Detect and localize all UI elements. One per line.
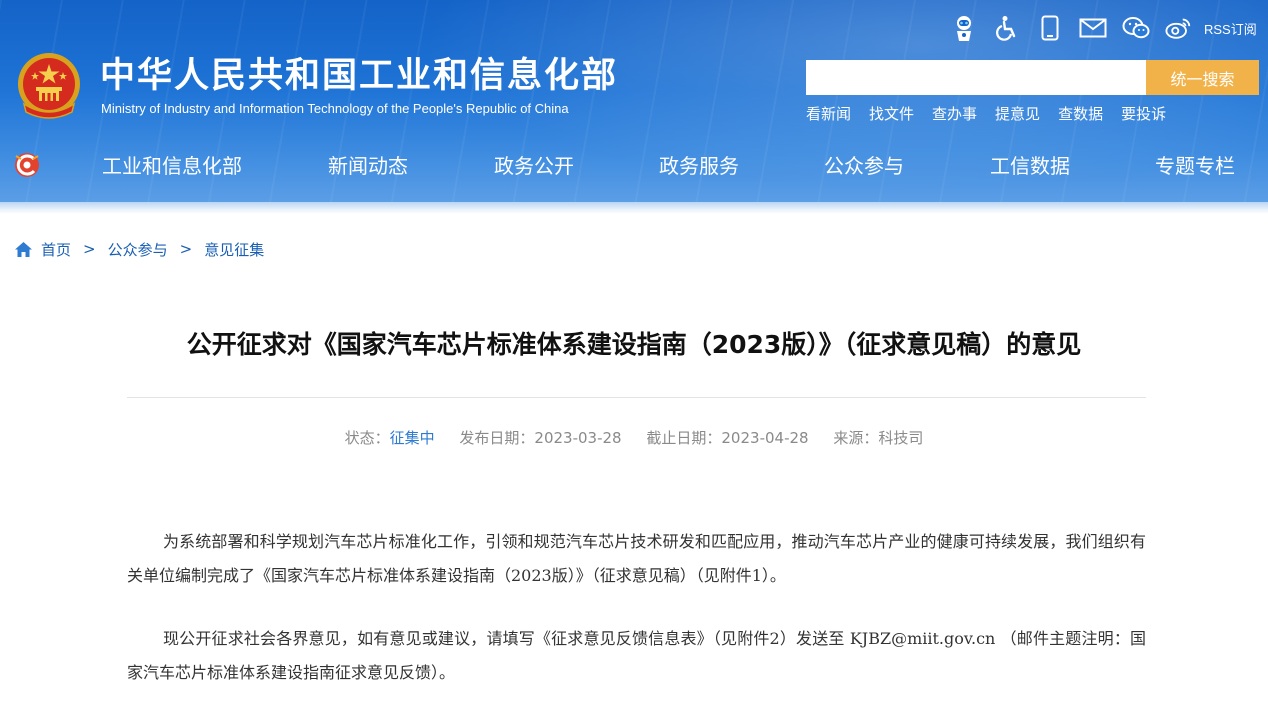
article-meta: 状态：征集中 发布日期：2023-03-28 截止日期：2023-04-28 来… (0, 427, 1268, 449)
breadcrumb-home[interactable]: 首页 (41, 239, 71, 260)
rss-link[interactable]: RSS订阅 (1204, 19, 1257, 38)
nav-item-topics[interactable]: 专题专栏 (1155, 148, 1235, 184)
title-divider (127, 397, 1146, 398)
article-title: 公开征求对《国家汽车芯片标准体系建设指南（2023版）》（征求意见稿）的意见 (186, 330, 1082, 359)
quick-link-feedback[interactable]: 提意见 (995, 103, 1040, 124)
header-shadow-band (0, 202, 1268, 214)
accessibility-icon[interactable] (993, 14, 1021, 42)
nav-item-public-participation[interactable]: 公众参与 (824, 148, 904, 184)
home-icon[interactable] (14, 241, 33, 258)
status-field: 状态：征集中 (345, 429, 435, 447)
quick-links: 看新闻 找文件 查办事 提意见 查数据 要投诉 (806, 103, 1166, 124)
article-paragraph: 现公开征求社会各界意见，如有意见或建议，请填写《征求意见反馈信息表》（见附件2）… (127, 629, 1146, 682)
status-badge: 征集中 (389, 429, 435, 447)
status-label: 状态： (344, 429, 390, 447)
national-emblem-icon[interactable] (14, 50, 84, 122)
nav-item-data[interactable]: 工信数据 (990, 148, 1070, 184)
nav-item-gov-services[interactable]: 政务服务 (659, 148, 739, 184)
source: 来源：科技司 (833, 429, 924, 447)
breadcrumb-public-participation[interactable]: 公众参与 (108, 239, 168, 260)
article-paragraph: 为系统部署和科学规划汽车芯片标准化工作，引领和规范汽车芯片技术研发和匹配应用，推… (127, 532, 1146, 585)
site-header: 中华人民共和国工业和信息化部 Ministry of Industry and … (0, 0, 1268, 202)
site-subtitle: Ministry of Industry and Information Tec… (101, 101, 569, 116)
breadcrumb-separator: > (179, 240, 193, 258)
quick-link-news[interactable]: 看新闻 (806, 103, 851, 124)
quick-link-services[interactable]: 查办事 (932, 103, 977, 124)
breadcrumb-opinion-collection[interactable]: 意见征集 (204, 239, 264, 260)
nav-item-ministry[interactable]: 工业和信息化部 (102, 148, 242, 184)
quick-link-data[interactable]: 查数据 (1058, 103, 1103, 124)
site-title: 中华人民共和国工业和信息化部 (100, 56, 619, 96)
weibo-icon[interactable] (1165, 14, 1193, 42)
breadcrumb: 首页 > 公众参与 > 意见征集 (14, 238, 264, 260)
mobile-icon[interactable] (1036, 14, 1064, 42)
main-navigation: 工业和信息化部 新闻动态 政务公开 政务服务 公众参与 工信数据 专题专栏 (0, 148, 1268, 184)
mail-icon[interactable] (1079, 14, 1107, 42)
deadline-date: 截止日期：2023-04-28 (646, 429, 809, 447)
search-button[interactable]: 统一搜索 (1146, 60, 1259, 95)
quick-link-complaints[interactable]: 要投诉 (1121, 103, 1166, 124)
robot-icon[interactable] (950, 14, 978, 42)
nav-item-news[interactable]: 新闻动态 (328, 148, 408, 184)
search-input[interactable] (806, 60, 1146, 95)
quick-link-files[interactable]: 找文件 (869, 103, 914, 124)
breadcrumb-separator: > (83, 240, 96, 258)
nav-item-gov-affairs[interactable]: 政务公开 (494, 148, 574, 184)
wechat-icon[interactable] (1122, 14, 1150, 42)
utility-icons: RSS订阅 (950, 12, 1257, 44)
publish-date: 发布日期：2023-03-28 (459, 429, 622, 447)
